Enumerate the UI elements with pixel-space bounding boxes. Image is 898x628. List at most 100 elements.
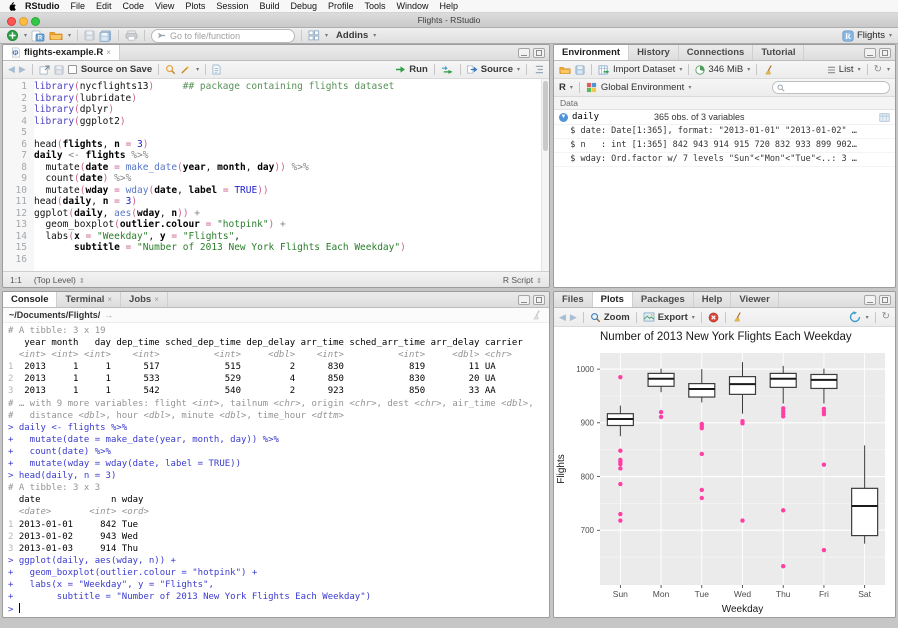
svg-text:Tue: Tue (695, 589, 710, 599)
tab-packages[interactable]: Packages (633, 292, 694, 307)
maximize-pane-icon[interactable] (533, 294, 545, 305)
code-area[interactable]: 1 library(nycflights13) ## package contai… (3, 79, 549, 271)
view-table-icon[interactable] (879, 112, 890, 122)
tab-plots[interactable]: Plots (592, 292, 633, 307)
compile-report-icon[interactable] (212, 64, 221, 75)
maximize-pane-icon[interactable] (533, 47, 545, 58)
menu-item-debug[interactable]: Debug (290, 1, 317, 11)
export-plot-button[interactable]: Export ▾ (643, 312, 695, 323)
publish-icon[interactable] (849, 311, 861, 323)
apple-menu-icon[interactable] (8, 1, 16, 11)
previous-plot-icon[interactable]: ◀ (559, 312, 566, 323)
tab-console[interactable]: Console (3, 292, 58, 307)
menu-item-help[interactable]: Help (440, 1, 459, 11)
menu-item-file[interactable]: File (71, 1, 86, 11)
close-tab-icon[interactable]: × (107, 295, 112, 304)
menu-item-window[interactable]: Window (397, 1, 429, 11)
minimize-pane-icon[interactable] (864, 294, 876, 305)
close-tab-icon[interactable]: × (106, 48, 111, 57)
environment-search-input[interactable] (772, 81, 890, 94)
addins-menu[interactable]: Addins (336, 30, 368, 41)
addins-caret-icon[interactable]: ▾ (373, 32, 376, 39)
project-menu[interactable]: R Flights ▾ (842, 29, 892, 42)
menu-item-plots[interactable]: Plots (185, 1, 205, 11)
window-title: Flights - RStudio (417, 15, 481, 25)
menu-item-session[interactable]: Session (216, 1, 248, 11)
refresh-environment-icon[interactable]: ↻ (874, 64, 882, 75)
forward-icon[interactable]: ▶ (19, 64, 26, 75)
tab-connections[interactable]: Connections (679, 45, 754, 60)
code-tools-caret-icon[interactable]: ▾ (196, 66, 199, 73)
source-button[interactable]: Source ▾ (466, 64, 520, 75)
workspace-panes-icon[interactable] (308, 30, 320, 41)
tab-jobs[interactable]: Jobs × (121, 292, 168, 307)
code-tools-wand-icon[interactable] (180, 64, 191, 75)
clear-objects-broom-icon[interactable] (763, 64, 775, 76)
tab-tutorial[interactable]: Tutorial (753, 45, 805, 60)
tab-terminal[interactable]: Terminal × (57, 292, 122, 307)
print-icon[interactable] (125, 30, 138, 41)
panes-caret-icon[interactable]: ▾ (325, 32, 328, 39)
document-outline-icon[interactable] (533, 65, 544, 74)
menu-item-rstudio[interactable]: RStudio (25, 1, 60, 11)
run-button[interactable]: Run (395, 64, 428, 75)
minimize-pane-icon[interactable] (864, 47, 876, 58)
new-file-icon[interactable] (6, 29, 19, 42)
minimize-pane-icon[interactable] (518, 47, 530, 58)
tab-viewer[interactable]: Viewer (731, 292, 779, 307)
tab-help[interactable]: Help (694, 292, 732, 307)
zoom-plot-button[interactable]: Zoom (590, 312, 630, 323)
import-dataset-button[interactable]: Import Dataset ▾ (598, 64, 682, 75)
goto-directory-icon[interactable]: → (104, 310, 113, 320)
save-workspace-icon[interactable] (575, 65, 585, 75)
open-file-icon[interactable] (49, 30, 63, 41)
save-all-icon[interactable] (99, 30, 112, 42)
memory-usage-button[interactable]: 346 MiB ▾ (695, 64, 750, 75)
source-on-save-checkbox[interactable] (67, 65, 77, 74)
open-file-caret-icon[interactable]: ▾ (68, 32, 71, 39)
popout-window-icon[interactable] (39, 64, 50, 75)
file-type-selector[interactable]: R Script ⇕ (503, 275, 542, 285)
remove-plot-icon[interactable] (708, 312, 719, 323)
new-project-icon[interactable]: R (31, 30, 45, 42)
find-replace-icon[interactable] (165, 64, 176, 75)
save-icon[interactable] (84, 30, 95, 41)
tab-files[interactable]: Files (554, 292, 593, 307)
outlier-point (618, 518, 623, 523)
menu-item-view[interactable]: View (155, 1, 174, 11)
tab-history[interactable]: History (629, 45, 679, 60)
goto-file-input[interactable]: Go to file/function (151, 28, 296, 43)
close-tab-icon[interactable]: × (154, 295, 159, 304)
next-plot-icon[interactable]: ▶ (570, 312, 577, 323)
clear-console-broom-icon[interactable] (531, 309, 543, 321)
scope-selector[interactable]: (Top Level) ⇕ (34, 275, 85, 285)
new-file-caret-icon[interactable]: ▾ (24, 32, 27, 39)
tab-environment[interactable]: Environment (554, 45, 630, 60)
menu-item-build[interactable]: Build (259, 1, 279, 11)
menu-item-code[interactable]: Code (123, 1, 145, 11)
object-row-daily[interactable]: ▼ daily 365 obs. of 3 variables (554, 110, 895, 125)
maximize-pane-icon[interactable] (879, 294, 891, 305)
tab-flights-example[interactable]: R flights-example.R × (3, 45, 120, 60)
back-icon[interactable]: ◀ (8, 64, 15, 75)
save-file-icon[interactable] (54, 65, 64, 75)
menu-item-profile[interactable]: Profile (328, 1, 354, 11)
clear-plots-broom-icon[interactable] (732, 311, 744, 323)
main-toolbar: ▾ R ▾ Go to file/function ▾ Addins ▾ R F… (0, 28, 898, 44)
list-view-button[interactable]: List ▾ (827, 64, 861, 75)
rerun-icon[interactable] (441, 65, 454, 75)
r-language-selector[interactable]: R ▾ (559, 82, 573, 93)
publish-caret-icon[interactable]: ▾ (866, 314, 869, 321)
minimize-pane-icon[interactable] (518, 294, 530, 305)
window-titlebar[interactable]: Flights - RStudio (0, 13, 898, 28)
maximize-pane-icon[interactable] (879, 47, 891, 58)
menu-item-edit[interactable]: Edit (96, 1, 112, 11)
environment-scope-selector[interactable]: Global Environment ▾ (601, 82, 691, 93)
source-scrollbar[interactable] (541, 79, 549, 271)
console-output[interactable]: # A tibble: 3 x 19 year month day dep_ti… (3, 323, 549, 617)
menu-item-tools[interactable]: Tools (365, 1, 386, 11)
refresh-plot-icon[interactable]: ↻ (882, 312, 890, 322)
collapse-object-icon[interactable]: ▼ (559, 112, 568, 122)
load-workspace-icon[interactable] (559, 65, 571, 75)
code-line: 1 library(nycflights13) ## package contai… (21, 81, 395, 92)
